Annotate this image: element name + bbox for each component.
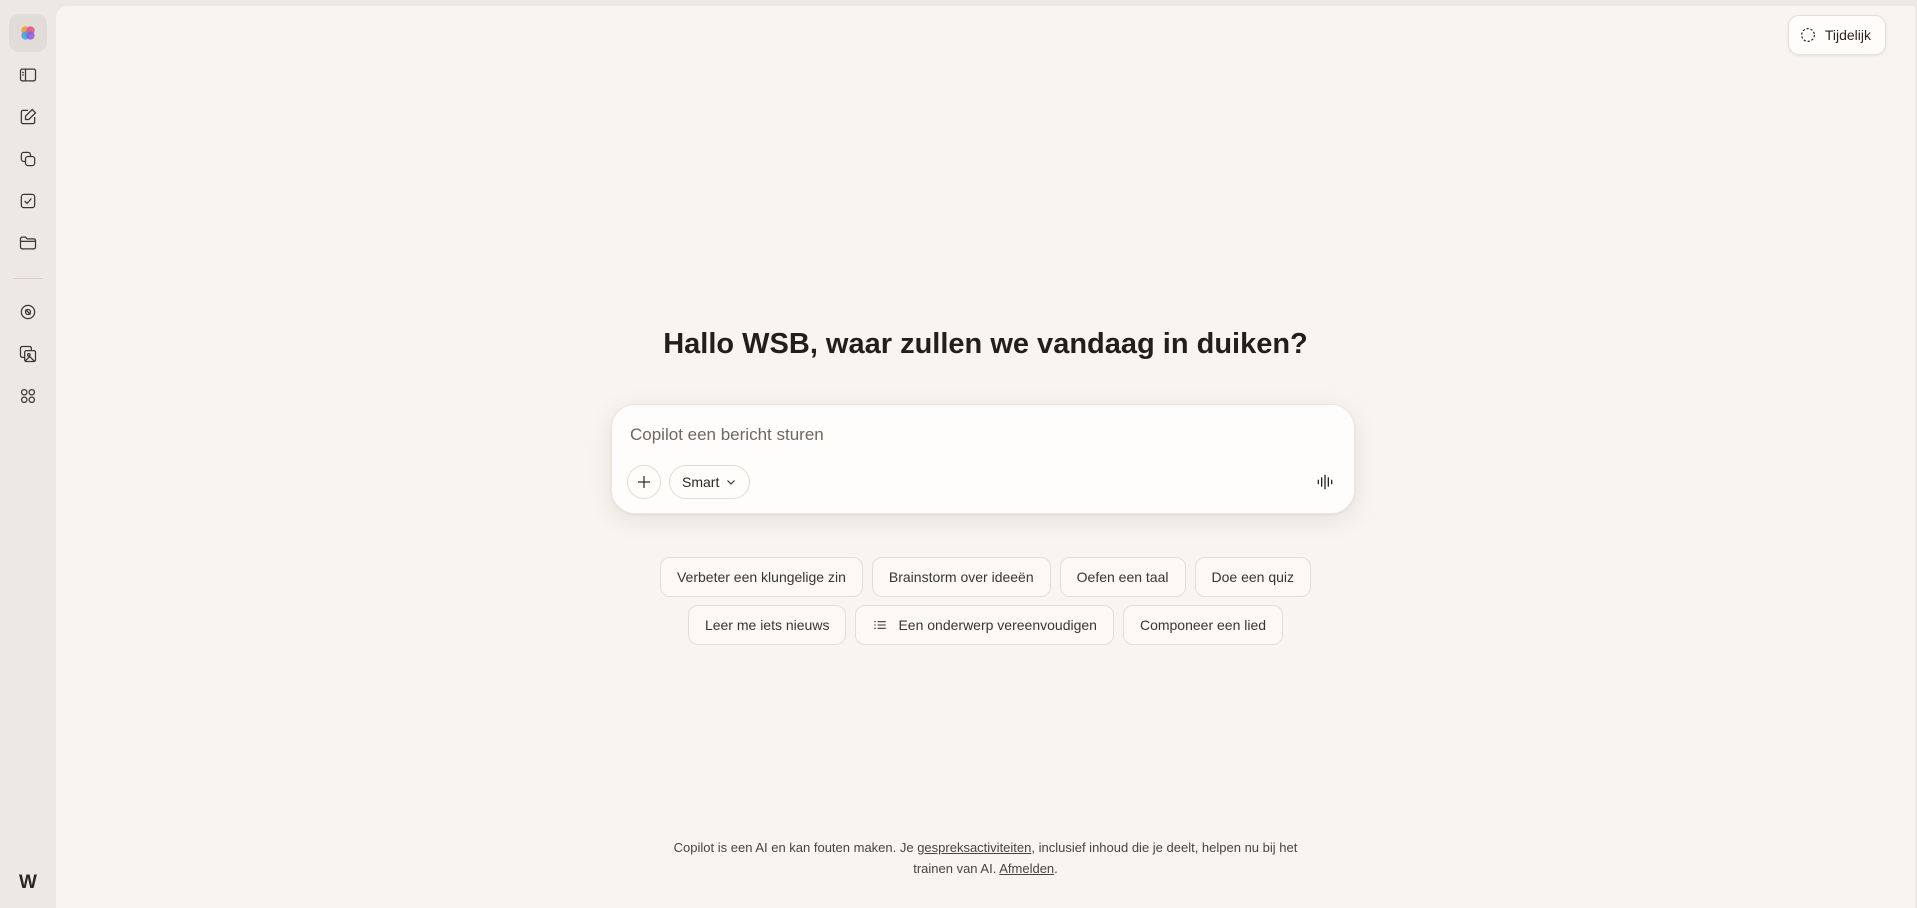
copilot-logo-icon[interactable] bbox=[9, 14, 47, 52]
activity-link[interactable]: gespreksactiviteiten bbox=[917, 840, 1031, 855]
apps-grid-icon[interactable] bbox=[9, 377, 47, 415]
suggestion-chip[interactable]: Verbeter een klungelige zin bbox=[659, 557, 863, 597]
opt-out-link[interactable]: Afmelden bbox=[999, 861, 1054, 876]
add-attachment-button[interactable] bbox=[627, 465, 661, 499]
main-area: Tijdelijk Hallo WSB, waar zullen we vand… bbox=[56, 6, 1915, 908]
disclaimer-footer: Copilot is een AI en kan fouten maken. J… bbox=[56, 837, 1915, 879]
sidebar-divider bbox=[13, 278, 43, 279]
temporary-chat-button[interactable]: Tijdelijk bbox=[1787, 15, 1886, 55]
voice-waveform-icon bbox=[1317, 474, 1333, 490]
footer-text: trainen van AI. bbox=[913, 861, 1000, 876]
footer-text: , inclusief inhoud die je deelt, helpen … bbox=[1031, 840, 1298, 855]
suggestion-chip-label: Een onderwerp vereenvoudigen bbox=[898, 617, 1097, 633]
suggestion-chip[interactable]: Doe een quiz bbox=[1194, 557, 1312, 597]
suggestion-chip[interactable]: Oefen een taal bbox=[1059, 557, 1186, 597]
sidebar-toggle-icon[interactable] bbox=[9, 56, 47, 94]
footer-text: Copilot is een AI en kan fouten maken. J… bbox=[673, 840, 918, 855]
message-composer: Smart bbox=[611, 404, 1355, 514]
new-chat-icon[interactable] bbox=[9, 98, 47, 136]
sidebar: W bbox=[0, 0, 56, 908]
tasks-icon[interactable] bbox=[9, 182, 47, 220]
voice-button[interactable] bbox=[1308, 465, 1342, 499]
message-input[interactable] bbox=[630, 425, 1330, 445]
page-title: Hallo WSB, waar zullen we vandaag in dui… bbox=[663, 328, 1308, 360]
list-icon bbox=[874, 621, 887, 629]
suggestions-row-1: Verbeter een klungelige zin Brainstorm o… bbox=[56, 557, 1915, 597]
chevron-down-icon bbox=[727, 480, 736, 485]
mode-label: Smart bbox=[682, 474, 720, 490]
footer-text: . bbox=[1054, 861, 1058, 876]
dashed-circle-icon bbox=[1800, 28, 1815, 42]
suggestion-chip[interactable]: Componeer een lied bbox=[1122, 605, 1284, 645]
suggestion-chip[interactable]: Brainstorm over ideeën bbox=[871, 557, 1051, 597]
suggestions-row-2: Leer me iets nieuws Een onderwerp vereen… bbox=[56, 605, 1915, 645]
avatar[interactable]: W bbox=[13, 868, 43, 898]
discover-icon[interactable] bbox=[9, 293, 47, 331]
image-gallery-icon[interactable] bbox=[9, 335, 47, 373]
folder-icon[interactable] bbox=[9, 224, 47, 262]
plus-icon bbox=[638, 476, 650, 488]
temporary-chat-label: Tijdelijk bbox=[1824, 27, 1871, 43]
suggestion-chip-simplify[interactable]: Een onderwerp vereenvoudigen bbox=[855, 605, 1114, 645]
suggestion-chip[interactable]: Leer me iets nieuws bbox=[687, 605, 847, 645]
pages-icon[interactable] bbox=[9, 140, 47, 178]
mode-selector[interactable]: Smart bbox=[669, 465, 751, 499]
